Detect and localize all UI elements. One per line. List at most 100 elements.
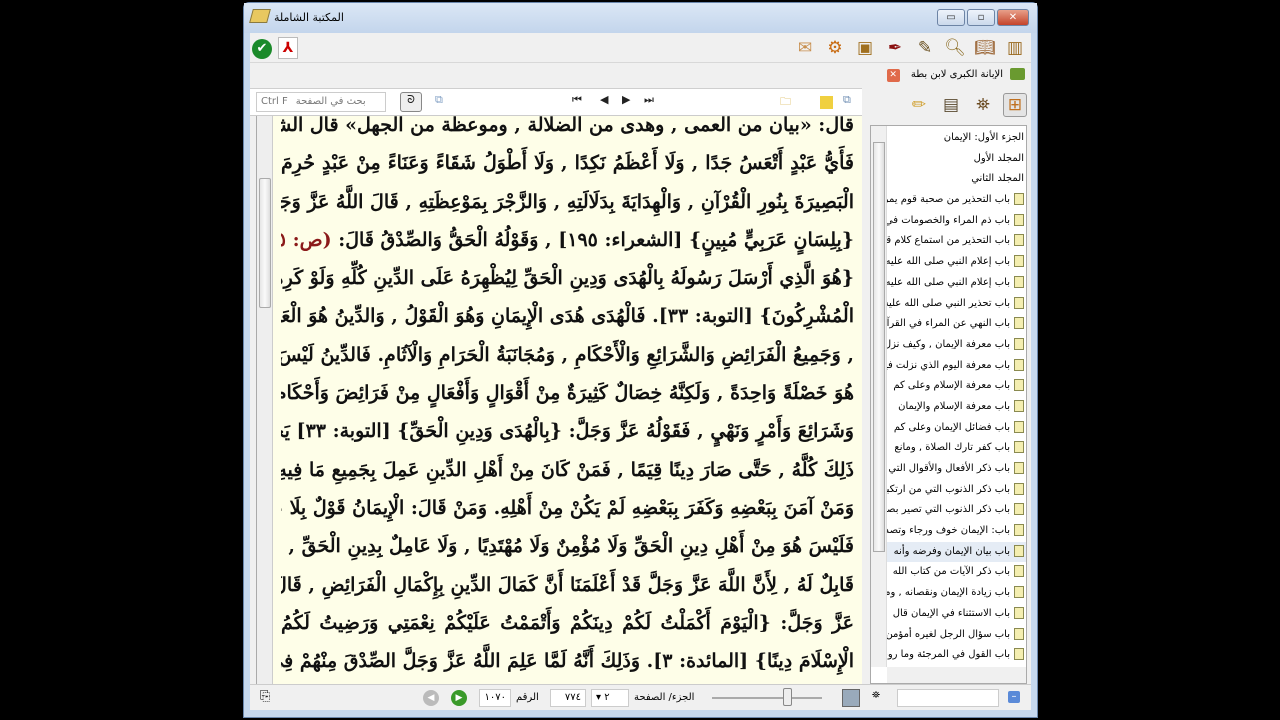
document-icon	[1014, 648, 1024, 661]
tree-item[interactable]: باب ذكر الذنوب التي تصير بصاحبها	[887, 500, 1026, 521]
document-icon	[1014, 317, 1024, 330]
app-window: المكتبة الشاملة ▭ ▫ ✕ ✔ ⅄ ✉ ⚙ ▣ ✒ ✎ 🔍︎ 📖…	[243, 2, 1038, 718]
tree-item[interactable]: باب تحذير النبي صلى الله عليه وسلم	[887, 294, 1026, 315]
tree-item[interactable]: باب التحذير من استماع كلام قوم	[887, 231, 1026, 252]
gear-icon[interactable]: ⚙	[823, 36, 847, 60]
close-tab-button[interactable]: ✕	[886, 69, 900, 82]
search-icon[interactable]: 🔍︎	[943, 36, 967, 60]
tree-item[interactable]: باب إعلام النبي صلى الله عليه وسلم	[887, 252, 1026, 273]
document-icon	[1014, 462, 1024, 474]
prev-page-button[interactable]: ◀	[600, 93, 608, 106]
document-icon	[1014, 399, 1024, 412]
books-icon[interactable]: ▤	[939, 93, 963, 117]
document-icon	[1014, 379, 1024, 392]
document-icon	[1014, 524, 1024, 537]
document-icon	[1014, 544, 1024, 557]
tree-item[interactable]: باب: الإيمان خوف ورجاء وتصديق	[887, 521, 1026, 542]
maximize-button[interactable]: ▫	[967, 9, 995, 26]
last-page-button[interactable]: ⏭	[644, 93, 654, 107]
tree-item[interactable]: باب معرفة الإيمان , وكيف نزل	[887, 335, 1026, 356]
zoom-slider[interactable]	[712, 697, 822, 699]
tree-item[interactable]: باب القول في المرجئة وما روي	[887, 645, 1026, 666]
tree-item[interactable]: باب معرفة اليوم الذي نزلت فيه	[887, 356, 1026, 377]
tree-item[interactable]: باب التحذير من صحبة قوم يمرضون	[887, 190, 1026, 211]
app-icon	[249, 9, 271, 23]
text-line: ذَلِكَ كُلَّهُ , حَتَّى صَارَ دِينًا قِي…	[281, 458, 854, 481]
tree-item[interactable]: باب ذم المراء والخصومات في الدين	[887, 211, 1026, 232]
collapse-icon[interactable]: –	[1008, 691, 1020, 703]
console-icon[interactable]: ▣	[853, 36, 877, 60]
text-line: {هُوَ الَّذِي أَرْسَلَ رَسُولَهُ بِالْهُ…	[281, 267, 854, 290]
tree-scrollbar[interactable]	[871, 126, 887, 667]
tree-item[interactable]: باب كفر تارك الصلاة , ومانع	[887, 438, 1026, 459]
tree-item[interactable]: المجلد الأول	[887, 149, 1026, 170]
document-icon	[1014, 586, 1024, 599]
pdf-icon[interactable]: ⅄	[278, 37, 298, 59]
tree-item[interactable]: باب فضائل الإيمان وعلى كم	[887, 418, 1026, 439]
minimize-button[interactable]: ▭	[937, 9, 965, 26]
book-tab[interactable]: الإبانة الكبرى لابن بطة ✕	[868, 63, 1031, 89]
tree-item[interactable]: باب ذكر الآيات من كتاب الله	[887, 562, 1026, 583]
tree-item[interactable]: باب بيان الإيمان وفرضه وأنه	[887, 541, 1026, 563]
tree-item[interactable]: باب النهي عن المراء في القرآن	[887, 314, 1026, 335]
tree-item[interactable]: باب ذكر الأفعال والأقوال التي	[887, 459, 1026, 480]
quill-icon[interactable]: ✒	[883, 36, 907, 60]
text-scrollbar[interactable]	[257, 116, 273, 684]
text-line: الْإِسْلَامَ دِينًا} [المائدة: ٣]. وَذَل…	[281, 650, 854, 673]
document-icon	[1014, 213, 1024, 226]
tree-horizontal-scrollbar[interactable]	[887, 667, 1026, 683]
number-field[interactable]: ١٠٧٠	[479, 689, 511, 707]
document-icon	[1014, 275, 1024, 288]
copy-icon[interactable]: ⧉	[435, 93, 443, 107]
page-field[interactable]: ٧٧٤	[550, 689, 586, 707]
open-book-icon[interactable]: ▥	[1003, 36, 1027, 60]
new-window-icon[interactable]: ⎘	[260, 689, 270, 704]
document-icon	[1014, 503, 1024, 516]
zoom-slider-thumb[interactable]	[783, 688, 792, 706]
binoculars-icon[interactable]: ⛯	[872, 690, 880, 701]
part-select[interactable]: ▾ ٢	[591, 689, 629, 707]
tree-item[interactable]: باب الاستثناء في الإيمان قال	[887, 604, 1026, 625]
tree-item[interactable]: باب زيادة الإيمان ونقصانه , وما	[887, 583, 1026, 604]
close-button[interactable]: ✕	[997, 9, 1029, 26]
document-icon	[1014, 296, 1024, 309]
book-text-area: قال: «بيان من العمى , وهدى من الضلالة , …	[256, 114, 862, 684]
tree-item[interactable]: المجلد الثاني	[887, 169, 1026, 190]
main-toolbar: ✔ ⅄ ✉ ⚙ ▣ ✒ ✎ 🔍︎ 📖︎ ▥	[250, 33, 1031, 63]
document-icon	[1014, 337, 1024, 350]
text-line: , وَجَمِيعُ الْفَرَائِضِ وَالشَّرَائِعِ …	[281, 343, 854, 366]
tree-item[interactable]: باب إعلام النبي صلى الله عليه وسلم	[887, 273, 1026, 294]
document-icon	[1014, 627, 1024, 640]
pencil-icon[interactable]: ✏	[907, 93, 931, 117]
forward-button[interactable]: ▶	[451, 690, 467, 706]
first-page-button[interactable]: ⏮	[572, 93, 582, 107]
tree-view-icon[interactable]: ⊞	[1003, 93, 1027, 117]
layout-icon[interactable]	[842, 689, 860, 707]
status-bar: ⎘ ◀ ▶ ١٠٧٠ الرقم ٧٧٤ ▾ ٢ الجزء/ الصفحة ⛯…	[250, 684, 1031, 710]
check-icon[interactable]: ✔	[252, 39, 272, 59]
text-line: وَشَرَائِعَ وَأَمْرٍ وَنَهْيٍ , فَقَوْلُ…	[281, 420, 854, 443]
text-line: الْمُشْرِكُونَ} [التوبة: ٣٣]. فَالْهُدَى…	[281, 305, 854, 328]
document-icon	[1014, 234, 1024, 247]
back-button[interactable]: ◀	[423, 690, 439, 706]
windows-icon[interactable]: ⧉	[843, 93, 851, 107]
tree-item[interactable]: باب معرفة الإسلام وعلى كم	[887, 376, 1026, 397]
document-icon	[1014, 193, 1024, 206]
text-line: فَأَيُّ عَبْدٍ أَتْعَسُ جَدًا , وَلَا أَ…	[281, 152, 854, 175]
tree-item[interactable]: باب ذكر الذنوب التي من ارتكبها	[887, 480, 1026, 501]
binoculars-icon[interactable]: ⛯	[971, 93, 995, 117]
tree-item[interactable]: الجزء الأول: الإيمان	[887, 128, 1026, 149]
book-icon	[1010, 68, 1025, 80]
index-pane: الإبانة الكبرى لابن بطة ✕ ✏ ▤ ⛯ ⊞ الجزء …	[868, 63, 1031, 684]
tree-item[interactable]: باب معرفة الإسلام والإيمان	[887, 397, 1026, 418]
next-page-button[interactable]: ▶	[622, 93, 630, 106]
document-icon	[1014, 358, 1024, 371]
tree-item[interactable]: باب سؤال الرجل لغيره أمؤمن	[887, 625, 1026, 646]
edit-doc-icon[interactable]: ✎	[913, 36, 937, 60]
index-tree: الجزء الأول: الإيمان المجلد الأول المجلد ا…	[870, 125, 1027, 684]
text-line: {بِلِسَانٍ عَرَبِيٍّ مُبِينٍ} [الشعراء: …	[281, 221, 854, 259]
quran-icon[interactable]: 📖︎	[973, 36, 997, 60]
tree-search-input[interactable]	[897, 689, 999, 707]
mail-edit-icon[interactable]: ✉	[793, 36, 817, 60]
text-line: هُوَ خَصْلَةً وَاحِدَةً , وَلَكِنَّهُ خِ…	[281, 382, 854, 405]
